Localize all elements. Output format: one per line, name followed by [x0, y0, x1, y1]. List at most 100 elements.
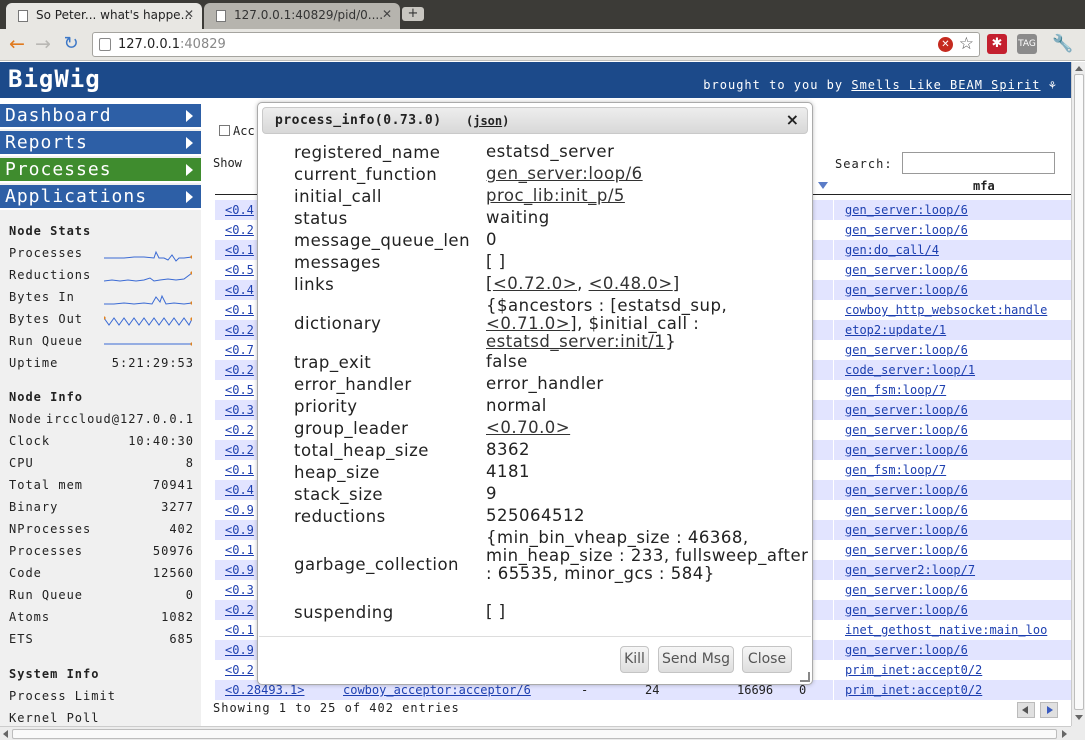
extension-icon[interactable]: ✱: [987, 34, 1007, 54]
mfa-link[interactable]: gen_server:loop/6: [845, 523, 968, 537]
pid-link[interactable]: <0.2: [225, 603, 254, 617]
current-function-link[interactable]: gen_server:loop/6: [486, 164, 643, 183]
pid-link[interactable]: <0.9: [225, 643, 254, 657]
mfa-link[interactable]: gen_server:loop/6: [845, 283, 968, 297]
close-icon[interactable]: ×: [786, 110, 799, 129]
search-input[interactable]: [902, 152, 1055, 174]
pid-link[interactable]: <0.1: [225, 543, 254, 557]
mfa-link[interactable]: gen:do_call/4: [845, 243, 939, 257]
pid-link[interactable]: <0.2: [225, 223, 254, 237]
mfa-link[interactable]: prim_inet:accept0/2: [845, 663, 982, 677]
scroll-thumb[interactable]: [12, 729, 1057, 739]
mfa-link[interactable]: gen_server:loop/6: [845, 583, 968, 597]
mfa-link[interactable]: gen_server:loop/6: [845, 483, 968, 497]
sort-desc-icon[interactable]: [818, 182, 828, 189]
bookmark-star-icon[interactable]: ☆: [959, 34, 974, 54]
tag-extension-icon[interactable]: TAG: [1017, 34, 1037, 54]
horizontal-scrollbar[interactable]: [0, 726, 1071, 740]
pid-link[interactable]: <0.2: [225, 443, 254, 457]
mfa-link[interactable]: prim_inet:accept0/2: [845, 683, 982, 697]
nav-dashboard[interactable]: Dashboard: [0, 104, 201, 129]
credit-link[interactable]: Smells Like BEAM Spirit: [851, 78, 1040, 92]
resize-handle[interactable]: [800, 672, 810, 682]
mfa-link[interactable]: gen_server2:loop/7: [845, 563, 975, 577]
nav-reports[interactable]: Reports: [0, 131, 201, 156]
pid-link[interactable]: <0.1: [225, 303, 254, 317]
mfa-link[interactable]: cowboy_http_websocket:handle: [845, 303, 1047, 317]
back-arrow-icon[interactable]: ←: [6, 33, 28, 55]
nav-applications[interactable]: Applications: [0, 185, 201, 210]
current-function-link[interactable]: cowboy_acceptor:acceptor/6: [343, 683, 531, 697]
pid-link[interactable]: <0.1: [225, 463, 254, 477]
json-link[interactable]: (json): [466, 114, 509, 128]
mfa-link[interactable]: gen_fsm:loop/7: [845, 463, 946, 477]
scroll-down-icon[interactable]: [1075, 715, 1083, 720]
initial-call-link[interactable]: proc_lib:init_p/5: [486, 186, 625, 205]
tab-close-icon[interactable]: ✕: [382, 7, 392, 21]
dialog-titlebar[interactable]: process_info(0.73.0) (json) ×: [262, 107, 808, 134]
pid-link[interactable]: <0.7: [225, 343, 254, 357]
pid-link[interactable]: <0.3: [225, 403, 254, 417]
site-brand[interactable]: BigWig: [8, 65, 101, 93]
mfa-link[interactable]: gen_server:loop/6: [845, 603, 968, 617]
mfa-link[interactable]: etop2:update/1: [845, 323, 946, 337]
pid-link[interactable]: <0.5: [225, 263, 254, 277]
url-text[interactable]: 127.0.0.1:40829: [118, 37, 226, 52]
pid-link[interactable]: <0.4: [225, 283, 254, 297]
pid-link[interactable]: <0.28493.1>: [225, 683, 304, 697]
mfa-link[interactable]: gen_server:loop/6: [845, 263, 968, 277]
mfa-link[interactable]: gen_server:loop/6: [845, 503, 968, 517]
pid-link[interactable]: <0.5: [225, 383, 254, 397]
mfa-link[interactable]: gen_server:loop/6: [845, 223, 968, 237]
pid-link[interactable]: <0.3: [225, 583, 254, 597]
dict-initial-call-link[interactable]: estatsd_server:init/1: [486, 332, 665, 351]
previous-page-button[interactable]: [1017, 702, 1035, 718]
forward-arrow-icon[interactable]: →: [32, 33, 54, 55]
pid-link[interactable]: <0.4: [225, 483, 254, 497]
scroll-thumb[interactable]: [1074, 74, 1084, 710]
browser-tab-2[interactable]: 127.0.0.1:40829/pid/0.... ✕: [204, 3, 400, 29]
reload-icon[interactable]: ↻: [60, 33, 82, 55]
mfa-link[interactable]: gen_server:loop/6: [845, 543, 968, 557]
stop-icon[interactable]: ✕: [938, 37, 953, 52]
kill-button[interactable]: Kill: [620, 646, 649, 673]
mfa-link[interactable]: gen_server:loop/6: [845, 403, 968, 417]
close-button[interactable]: Close: [742, 646, 792, 673]
pid-link[interactable]: <0.2: [225, 363, 254, 377]
mfa-column-header[interactable]: mfa: [973, 179, 995, 193]
send-msg-button[interactable]: Send Msg: [658, 646, 734, 673]
vertical-scrollbar[interactable]: [1071, 62, 1085, 726]
address-bar[interactable]: 127.0.0.1:40829 ✕ ☆: [92, 32, 980, 57]
pid-link[interactable]: <0.9: [225, 563, 254, 577]
pid-link[interactable]: <0.2: [225, 663, 254, 677]
group-leader-link[interactable]: <0.70.0>: [486, 418, 570, 437]
dict-ancestor-link[interactable]: <0.71.0>: [486, 314, 570, 333]
pid-link[interactable]: <0.1: [225, 243, 254, 257]
json-link-text[interactable]: json: [473, 114, 502, 128]
pid-link[interactable]: <0.2: [225, 323, 254, 337]
mfa-link[interactable]: gen_server:loop/6: [845, 443, 968, 457]
link-pid-2[interactable]: <0.48.0>: [589, 274, 673, 293]
wrench-menu-icon[interactable]: 🔧: [1052, 34, 1073, 54]
pid-link[interactable]: <0.9: [225, 503, 254, 517]
scroll-right-icon[interactable]: [1062, 730, 1067, 738]
scroll-left-icon[interactable]: [3, 730, 8, 738]
tab-close-icon[interactable]: ✕: [184, 7, 194, 21]
mfa-link[interactable]: gen_server:loop/6: [845, 203, 968, 217]
scroll-up-icon[interactable]: [1075, 66, 1083, 71]
mfa-link[interactable]: inet_gethost_native:main_loo: [845, 623, 1047, 637]
nav-processes[interactable]: Processes: [0, 158, 201, 183]
mfa-link[interactable]: gen_server:loop/6: [845, 643, 968, 657]
next-page-button[interactable]: [1040, 702, 1058, 718]
link-pid-1[interactable]: <0.72.0>: [493, 274, 577, 293]
pid-link[interactable]: <0.4: [225, 203, 254, 217]
pid-link[interactable]: <0.9: [225, 523, 254, 537]
pid-link[interactable]: <0.2: [225, 423, 254, 437]
mfa-link[interactable]: gen_server:loop/6: [845, 423, 968, 437]
accumulate-checkbox[interactable]: [219, 125, 230, 136]
pid-link[interactable]: <0.1: [225, 623, 254, 637]
mfa-link[interactable]: gen_server:loop/6: [845, 343, 968, 357]
mfa-link[interactable]: gen_fsm:loop/7: [845, 383, 946, 397]
mfa-link[interactable]: code_server:loop/1: [845, 363, 975, 377]
browser-tab-1[interactable]: So Peter... what's happe... ✕: [6, 3, 202, 29]
